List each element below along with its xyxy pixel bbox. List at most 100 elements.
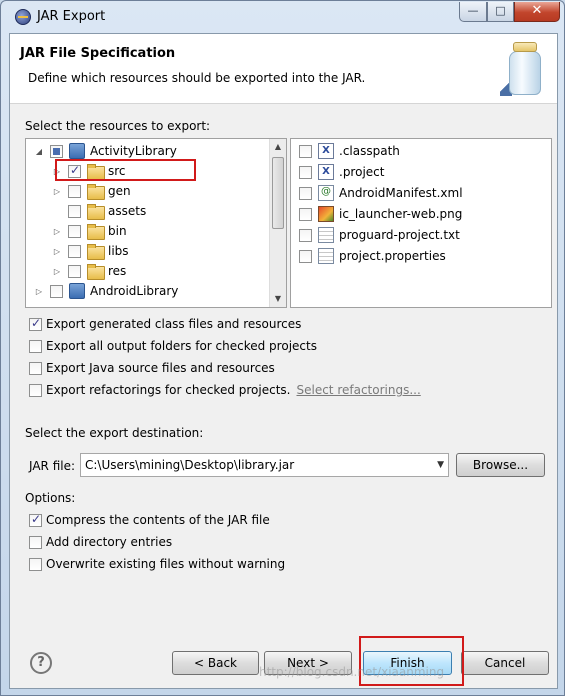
option-checkbox[interactable] (29, 361, 42, 375)
option-label: Export generated class files and resourc… (46, 317, 302, 331)
option-checkbox[interactable] (29, 512, 42, 527)
help-icon[interactable]: ? (30, 652, 52, 674)
scroll-down-icon[interactable]: ▼ (270, 291, 286, 307)
file-item[interactable]: project.properties (299, 246, 446, 266)
file-item-label: project.properties (339, 249, 446, 263)
text-file-icon (318, 248, 334, 264)
eclipse-icon (15, 9, 31, 25)
xml-file-icon: X (318, 143, 334, 159)
tree-item[interactable]: ▷ bin (52, 221, 127, 241)
text-file-icon (318, 227, 334, 243)
close-button[interactable]: ✕ (514, 2, 560, 22)
option-checkbox[interactable] (29, 339, 42, 353)
file-checkbox[interactable] (299, 249, 312, 263)
tree-checkbox[interactable] (50, 284, 63, 298)
select-refactorings-link[interactable]: Select refactorings... (296, 383, 420, 397)
tree-item-label: AndroidLibrary (90, 284, 179, 298)
jar-export-window: JAR Export — □ ✕ JAR File Specification … (0, 0, 565, 696)
title-bar[interactable]: JAR Export — □ ✕ (1, 1, 564, 33)
file-item[interactable]: proguard-project.txt (299, 225, 460, 245)
file-list[interactable]: X .classpath X .project AndroidManifest.xml i… (290, 138, 552, 308)
tree-item[interactable]: ▷ AndroidLibrary (34, 281, 178, 301)
tree-checkbox[interactable] (68, 184, 81, 198)
cancel-button[interactable]: Cancel (461, 651, 549, 675)
options-label: Options: (25, 491, 76, 505)
folder-icon (87, 223, 105, 240)
file-item[interactable]: AndroidManifest.xml (299, 183, 463, 203)
tree-scrollbar[interactable]: ▲ ▼ (269, 139, 286, 307)
file-checkbox[interactable] (299, 144, 312, 158)
tree-item[interactable]: assets (52, 201, 146, 221)
option-checkbox[interactable] (29, 316, 42, 331)
wizard-header: JAR File Specification Define which reso… (10, 34, 557, 104)
jar-icon (500, 40, 550, 98)
option-label: Add directory entries (46, 535, 173, 549)
jar-file-combo[interactable]: C:\Users\mining\Desktop\library.jar ▼ (80, 453, 449, 477)
resource-tree[interactable]: ▲ ▼ ◢ActivityLibrary▷src▷genassets▷bin▷l… (25, 138, 287, 308)
page-description: Define which resources should be exporte… (28, 71, 366, 85)
folder-icon (87, 243, 105, 260)
tree-item[interactable]: ▷ gen (52, 181, 131, 201)
option-checkbox[interactable] (29, 557, 42, 571)
expand-icon[interactable]: ▷ (52, 187, 62, 196)
file-checkbox[interactable] (299, 207, 312, 221)
page-title: JAR File Specification (20, 46, 176, 61)
back-button[interactable]: < Back (172, 651, 259, 675)
file-checkbox[interactable] (299, 186, 312, 200)
scroll-thumb[interactable] (272, 157, 284, 229)
browse-button[interactable]: Browse... (456, 453, 545, 477)
package-folder-icon (87, 183, 105, 200)
chevron-down-icon[interactable]: ▼ (437, 454, 444, 476)
jar-file-value: C:\Users\mining\Desktop\library.jar (85, 458, 295, 472)
tree-checkbox[interactable] (50, 144, 63, 158)
tree-checkbox[interactable] (68, 224, 81, 238)
file-checkbox[interactable] (299, 165, 312, 179)
file-item-label: proguard-project.txt (339, 228, 460, 242)
tree-item-label: libs (108, 244, 129, 258)
destination-label: Select the export destination: (25, 426, 204, 440)
minimize-button[interactable]: — (459, 2, 487, 22)
tree-item[interactable]: ▷ libs (52, 241, 129, 261)
file-item[interactable]: ic_launcher-web.png (299, 204, 462, 224)
tree-checkbox[interactable] (68, 244, 81, 258)
expand-icon[interactable]: ◢ (34, 147, 44, 156)
option-checkbox[interactable] (29, 535, 42, 549)
watermark: http://blog.csdn.net/xiaanming (259, 665, 445, 679)
export-option[interactable]: Export Java source files and resources (29, 361, 275, 375)
src-highlight-box (55, 159, 196, 181)
jar-file-label: JAR file: (29, 459, 76, 473)
file-item-label: AndroidManifest.xml (339, 186, 463, 200)
export-option[interactable]: Export generated class files and resourc… (29, 316, 302, 331)
expand-icon[interactable]: ▷ (52, 267, 62, 276)
jar-option[interactable]: Add directory entries (29, 535, 172, 549)
option-checkbox[interactable] (29, 383, 42, 397)
option-label: Overwrite existing files without warning (46, 557, 286, 571)
tree-checkbox[interactable] (68, 264, 81, 278)
export-option[interactable]: Export refactorings for checked projects… (29, 383, 421, 397)
jar-option[interactable]: Overwrite existing files without warning (29, 557, 285, 571)
option-label: Compress the contents of the JAR file (46, 513, 270, 527)
file-item[interactable]: X .project (299, 162, 384, 182)
export-option[interactable]: Export all output folders for checked pr… (29, 339, 317, 353)
tree-item-label: assets (108, 204, 147, 218)
file-item-label: .project (339, 165, 385, 179)
tree-checkbox[interactable] (68, 204, 81, 218)
folder-icon (87, 263, 105, 280)
tree-item[interactable]: ◢ ActivityLibrary (34, 141, 177, 161)
tree-item-label: ActivityLibrary (90, 144, 177, 158)
jar-option[interactable]: Compress the contents of the JAR file (29, 512, 270, 527)
tree-item-label: bin (108, 224, 127, 238)
expand-icon[interactable]: ▷ (52, 227, 62, 236)
file-item[interactable]: X .classpath (299, 141, 400, 161)
expand-icon[interactable]: ▷ (34, 287, 44, 296)
maximize-button[interactable]: □ (487, 2, 514, 22)
window-title: JAR Export (37, 9, 106, 24)
option-label: Export Java source files and resources (46, 361, 275, 375)
tree-item-label: res (108, 264, 127, 278)
expand-icon[interactable]: ▷ (52, 247, 62, 256)
image-file-icon (318, 206, 334, 222)
scroll-up-icon[interactable]: ▲ (270, 139, 286, 155)
file-checkbox[interactable] (299, 228, 312, 242)
resources-label: Select the resources to export: (25, 119, 211, 133)
tree-item[interactable]: ▷ res (52, 261, 126, 281)
